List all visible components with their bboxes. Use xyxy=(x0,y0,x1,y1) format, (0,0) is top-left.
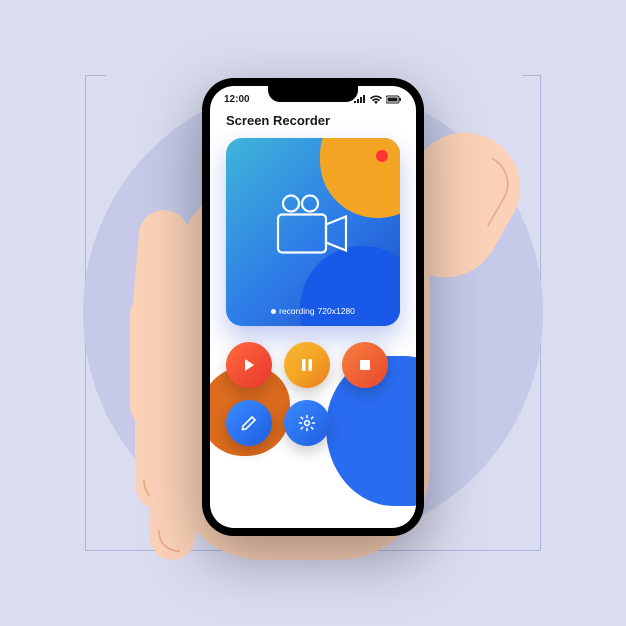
phone-notch xyxy=(268,86,358,102)
edit-button[interactable] xyxy=(226,400,272,446)
play-icon xyxy=(242,358,256,372)
phone-screen: 12:00 Screen Recorder xyxy=(210,86,416,528)
play-button[interactable] xyxy=(226,342,272,388)
recording-preview[interactable]: recording 720x1280 xyxy=(226,138,400,326)
settings-button[interactable] xyxy=(284,400,330,446)
app-title: Screen Recorder xyxy=(210,109,416,138)
gear-icon xyxy=(298,414,316,432)
controls-panel xyxy=(210,326,416,446)
recording-resolution: 720x1280 xyxy=(318,306,355,316)
pencil-icon xyxy=(241,415,257,431)
pause-button[interactable] xyxy=(284,342,330,388)
recording-status: recording 720x1280 xyxy=(226,306,400,316)
camera-icon xyxy=(274,195,352,262)
recording-label-text: recording xyxy=(279,306,314,316)
stop-icon xyxy=(359,359,371,371)
pause-icon xyxy=(301,358,313,372)
wifi-icon xyxy=(370,95,382,104)
battery-icon xyxy=(386,95,402,104)
stop-button[interactable] xyxy=(342,342,388,388)
recording-pulse-icon xyxy=(271,309,276,314)
status-time: 12:00 xyxy=(224,94,250,105)
phone-frame: 12:00 Screen Recorder xyxy=(202,78,424,536)
record-indicator-icon xyxy=(376,150,388,162)
